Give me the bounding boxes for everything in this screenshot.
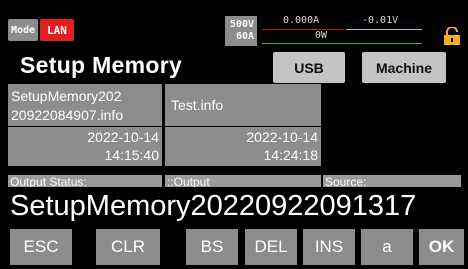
file-date: 2022-10-14 <box>246 129 318 145</box>
file-name-line1: Test.info <box>171 97 224 113</box>
case-toggle-key[interactable]: a <box>361 229 413 265</box>
file-time: 14:15:40 <box>104 147 160 163</box>
page-title: Setup Memory <box>20 52 183 78</box>
lock-icon[interactable] <box>442 26 462 45</box>
clear-key[interactable]: CLR <box>96 229 160 265</box>
current-line <box>262 29 344 30</box>
source-tile[interactable]: Source: <box>323 175 461 187</box>
backspace-key[interactable]: BS <box>186 229 238 265</box>
file-date: 2022-10-14 <box>87 129 159 145</box>
file-tile[interactable]: SetupMemory202 20922084907.info 2022-10-… <box>8 84 162 166</box>
power-reading: 0W <box>315 30 328 41</box>
usb-button[interactable]: USB <box>273 52 345 83</box>
delete-key[interactable]: DEL <box>245 229 297 265</box>
power-line <box>262 43 422 44</box>
mode-button[interactable]: Mode <box>8 19 38 41</box>
file-tile[interactable]: Test.info 2022-10-14 14:24:18 <box>165 84 321 166</box>
insert-key[interactable]: INS <box>303 229 355 265</box>
tile-divider <box>8 126 162 127</box>
file-time: 14:24:18 <box>263 147 319 163</box>
rating-display: 500V 60A <box>225 16 257 46</box>
output-tile[interactable]: ::Output <box>165 175 321 187</box>
lan-indicator: LAN <box>40 19 74 41</box>
machine-button[interactable]: Machine <box>362 52 446 83</box>
rated-voltage: 500V <box>229 19 254 30</box>
rated-current: 60A <box>235 31 254 42</box>
tile-divider <box>165 126 321 127</box>
filename-input[interactable]: SetupMemory20220922091317 <box>10 190 416 223</box>
file-name-line1: SetupMemory202 <box>11 88 122 104</box>
ok-key[interactable]: OK <box>419 229 464 265</box>
output-status-tile[interactable]: Output Status: <box>8 175 162 187</box>
voltage-reading: -0.01V <box>362 15 399 26</box>
voltage-line <box>346 29 422 30</box>
file-name-line2: 20922084907.info <box>11 107 124 123</box>
current-reading: 0.000A <box>283 15 320 26</box>
esc-key[interactable]: ESC <box>10 229 72 265</box>
